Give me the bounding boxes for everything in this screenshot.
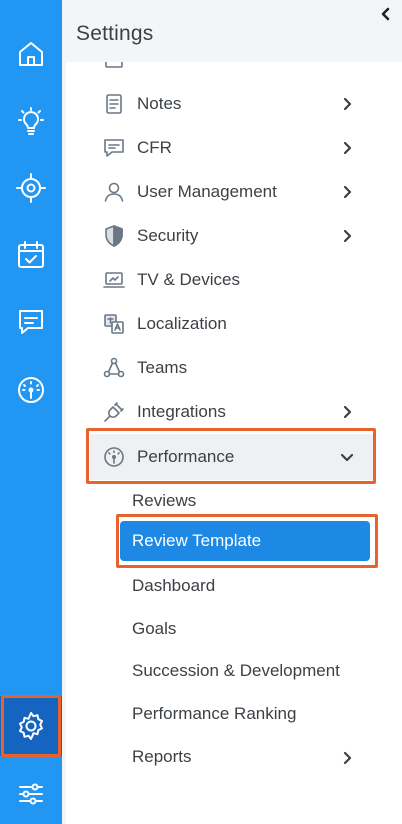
menu-item-localization[interactable]: Localization bbox=[66, 302, 376, 346]
sliders-icon bbox=[19, 783, 43, 805]
page-title: Settings bbox=[76, 22, 154, 45]
calendar-check-icon bbox=[18, 241, 44, 268]
menu-item-label: Teams bbox=[137, 358, 188, 377]
collapse-panel-button[interactable] bbox=[370, 0, 402, 28]
gauge-icon bbox=[18, 377, 44, 403]
teams-icon bbox=[102, 356, 126, 380]
chevron-right-icon bbox=[340, 185, 354, 199]
chevron-right-icon bbox=[340, 97, 354, 111]
home-icon bbox=[19, 42, 43, 66]
menu-item-label: Performance bbox=[137, 447, 235, 466]
notes-icon bbox=[102, 92, 126, 116]
submenu-item-goals[interactable]: Goals bbox=[132, 619, 176, 639]
menu-item-notes[interactable]: Notes bbox=[66, 82, 376, 126]
submenu-item-performance-ranking[interactable]: Performance Ranking bbox=[132, 704, 296, 724]
user-icon bbox=[102, 180, 126, 204]
menu-item-user-management[interactable]: User Management bbox=[66, 170, 376, 214]
submenu-item-label: Review Template bbox=[132, 531, 262, 550]
submenu-item-review-template[interactable]: Review Template bbox=[120, 521, 370, 561]
menu-item-label: TV & Devices bbox=[137, 270, 240, 289]
cfr-chat-icon bbox=[102, 136, 126, 160]
lightbulb-icon bbox=[18, 107, 44, 135]
plug-icon bbox=[102, 400, 126, 424]
submenu-item-dashboard[interactable]: Dashboard bbox=[132, 576, 215, 596]
tasks-nav-button[interactable] bbox=[0, 225, 62, 285]
menu-item-cfr[interactable]: CFR bbox=[66, 126, 376, 170]
performance-nav-button[interactable] bbox=[0, 360, 62, 420]
menu-item-performance[interactable]: Performance bbox=[66, 435, 376, 479]
submenu-item-reviews[interactable]: Reviews bbox=[132, 491, 196, 511]
chevron-left-icon bbox=[381, 7, 390, 21]
menu-item-teams[interactable]: Teams bbox=[66, 346, 376, 390]
home-nav-button[interactable] bbox=[0, 24, 62, 84]
feedback-nav-button[interactable] bbox=[0, 292, 62, 352]
chevron-right-icon bbox=[340, 229, 354, 243]
translate-icon bbox=[102, 312, 126, 336]
preferences-nav-button[interactable] bbox=[0, 764, 62, 824]
target-icon bbox=[16, 173, 46, 203]
menu-item-tv-devices[interactable]: TV & Devices bbox=[66, 258, 376, 302]
chat-icon bbox=[19, 310, 43, 334]
chevron-down-icon bbox=[340, 450, 354, 464]
menu-item-label: User Management bbox=[137, 182, 277, 201]
chevron-right-icon bbox=[340, 141, 354, 155]
settings-nav-button[interactable] bbox=[0, 696, 62, 756]
menu-item-security[interactable]: Security bbox=[66, 214, 376, 258]
shield-icon bbox=[102, 224, 126, 248]
left-nav-rail bbox=[0, 0, 62, 824]
chevron-right-icon bbox=[340, 751, 354, 765]
menu-item-label: CFR bbox=[137, 138, 172, 157]
partial-item-icon bbox=[102, 62, 128, 72]
submenu-item-succession[interactable]: Succession & Development bbox=[132, 661, 340, 681]
menu-item-label: Security bbox=[137, 226, 199, 245]
menu-item-label: Localization bbox=[137, 314, 227, 333]
menu-item-integrations[interactable]: Integrations bbox=[66, 390, 376, 434]
laptop-icon bbox=[102, 268, 126, 292]
gauge-icon bbox=[102, 445, 126, 469]
settings-menu: Notes CFR User Management Security TV & … bbox=[66, 62, 402, 824]
chevron-right-icon bbox=[340, 405, 354, 419]
goals-nav-button[interactable] bbox=[0, 158, 62, 218]
menu-item-label: Notes bbox=[137, 94, 182, 113]
menu-item-label: Integrations bbox=[137, 402, 226, 421]
ideas-nav-button[interactable] bbox=[0, 92, 62, 152]
gear-icon bbox=[19, 712, 43, 740]
submenu-item-reports[interactable]: Reports bbox=[132, 747, 192, 767]
